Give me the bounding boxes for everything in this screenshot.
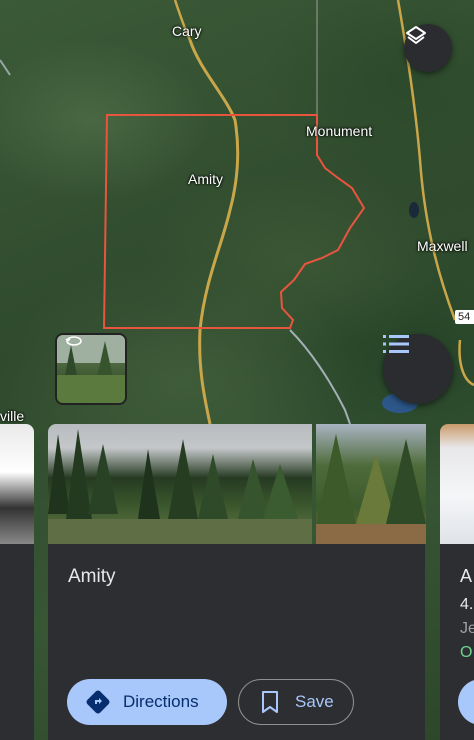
- map-label-maxwell: Maxwell: [417, 238, 468, 254]
- place-title: Amity: [68, 566, 116, 587]
- road: [458, 339, 474, 387]
- photo-left-peek[interactable]: [0, 424, 34, 544]
- directions-button[interactable]: Directions: [67, 679, 227, 725]
- map-label-ville: ville: [0, 408, 25, 424]
- river: [289, 329, 351, 424]
- list-icon: [383, 335, 409, 353]
- photo-main-2[interactable]: [316, 424, 426, 544]
- result-card-left-peek[interactable]: [0, 544, 34, 740]
- photo-main-1[interactable]: [48, 424, 312, 544]
- layers-button[interactable]: [404, 24, 452, 72]
- area-boundary: [102, 114, 366, 329]
- peek-title: A: [460, 566, 473, 586]
- map-label-monument: Monument: [306, 123, 373, 139]
- photo-trees: [316, 434, 426, 544]
- layers-icon: [406, 26, 426, 44]
- save-button[interactable]: Save: [238, 679, 354, 725]
- street-view-thumbnail[interactable]: [55, 333, 127, 405]
- peek-directions-button[interactable]: [458, 679, 474, 725]
- save-label: Save: [295, 692, 334, 711]
- photo-right-peek[interactable]: [440, 424, 474, 544]
- peek-status: O: [460, 644, 473, 661]
- photo-carousel[interactable]: [0, 424, 474, 544]
- list-view-button[interactable]: [383, 334, 453, 404]
- road: [188, 39, 240, 424]
- road: [0, 59, 11, 76]
- peek-rating: 4.: [460, 596, 474, 613]
- peek-category: Je: [460, 620, 474, 637]
- lake: [409, 202, 419, 218]
- bookmark-icon: [262, 691, 278, 713]
- rotate-360-icon: [65, 336, 82, 346]
- result-card-right-peek[interactable]: A 4. Je O: [440, 544, 474, 740]
- map-label-cary: Cary: [172, 23, 202, 39]
- directions-diamond-icon: [86, 690, 110, 714]
- route-shield: 54: [455, 310, 474, 324]
- photo-trees: [48, 429, 312, 544]
- directions-label: Directions: [123, 692, 199, 711]
- map-label-amity: Amity: [188, 171, 223, 187]
- result-card-amity[interactable]: Amity Directions Save: [48, 544, 425, 740]
